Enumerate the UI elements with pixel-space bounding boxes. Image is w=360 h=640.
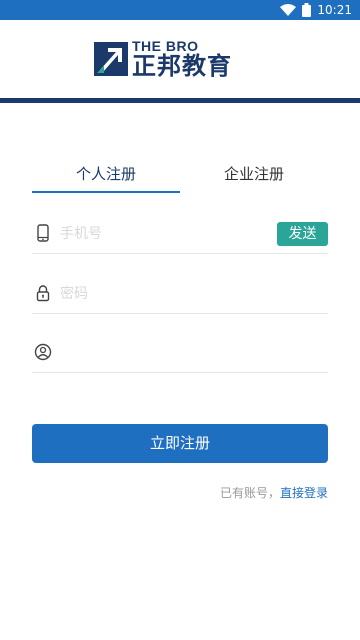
have-account-text: 已有账号，	[219, 486, 280, 500]
register-now-button[interactable]: 立即注册	[32, 424, 328, 463]
wifi-icon	[280, 4, 297, 16]
phone-input[interactable]	[60, 220, 260, 248]
phone-field: 发送	[32, 214, 328, 254]
register-tabs: 个人注册 企业注册	[32, 160, 328, 194]
header-divider	[0, 98, 360, 103]
battery-icon	[302, 3, 312, 17]
brand-logo: THE BRO 正邦教育	[94, 36, 232, 82]
active-tab-indicator	[32, 191, 180, 193]
phone-icon	[37, 224, 49, 242]
user-circle-icon	[34, 343, 52, 361]
login-prompt: 已有账号，直接登录	[220, 484, 328, 501]
direct-login-link[interactable]: 直接登录	[280, 486, 328, 500]
send-code-button[interactable]: 发送	[277, 222, 328, 246]
tab-enterprise-register[interactable]: 企业注册	[180, 160, 328, 194]
logo-english: THE BRO	[132, 38, 199, 54]
status-indicators: 10:21	[280, 2, 352, 18]
logo-mark-icon	[94, 42, 128, 76]
invite-field	[32, 333, 328, 373]
invite-input[interactable]	[60, 339, 260, 367]
lock-icon	[36, 285, 50, 302]
header: THE BRO 正邦教育	[0, 20, 360, 98]
password-field	[32, 274, 328, 314]
status-time: 10:21	[317, 3, 352, 17]
status-bar: 10:21	[0, 0, 360, 20]
logo-text: THE BRO 正邦教育	[132, 39, 232, 79]
logo-chinese: 正邦教育	[132, 52, 232, 80]
password-input[interactable]	[60, 280, 260, 308]
tab-personal-register[interactable]: 个人注册	[32, 160, 180, 194]
